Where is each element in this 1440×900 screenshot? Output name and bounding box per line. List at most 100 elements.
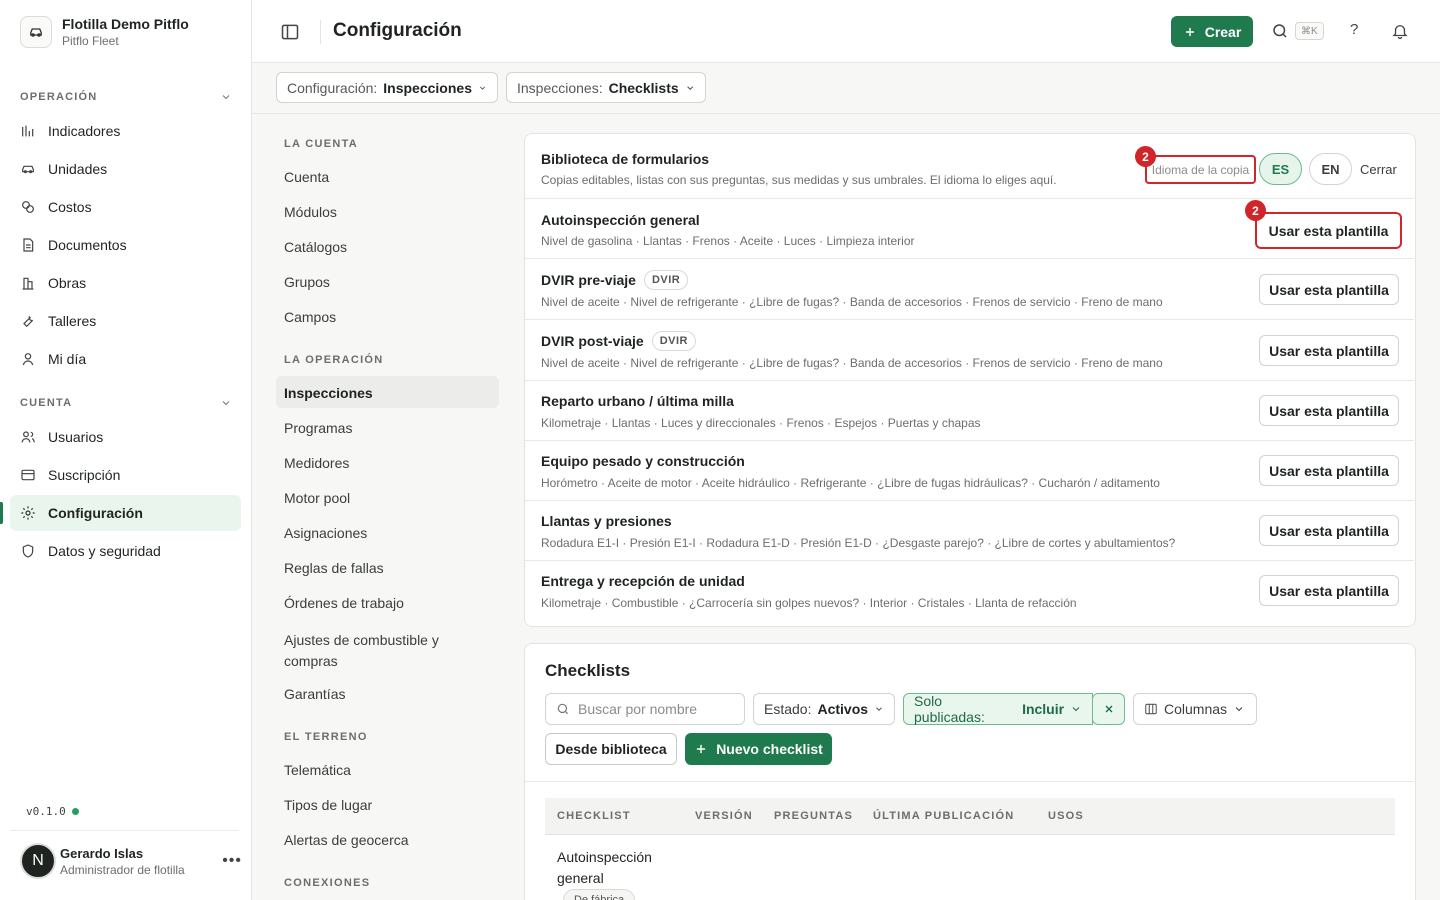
template-title: DVIR post-viaje [541, 333, 644, 349]
settings-nav-grupos[interactable]: Grupos [284, 274, 330, 290]
settings-group-label: LA CUENTA [284, 138, 359, 150]
column-header[interactable]: ÚLTIMA PUBLICACIÓN [873, 810, 1014, 822]
avatar: N [20, 843, 56, 879]
use-template-button[interactable]: Usar esta plantilla [1259, 335, 1399, 366]
sidebar-item-suscripcion[interactable]: Suscripción [10, 457, 241, 493]
use-template-button[interactable]: Usar esta plantilla [1259, 515, 1399, 546]
sidebar: Flotilla Demo Pitflo Pitflo Fleet OPERAC… [0, 0, 252, 900]
sidebar-item-talleres[interactable]: Talleres [10, 303, 241, 339]
crumb-value: Inspecciones [383, 79, 472, 96]
version-label: v0.1.0 [26, 805, 66, 818]
lang-es-toggle[interactable]: ES [1259, 153, 1302, 185]
settings-nav-campos[interactable]: Campos [284, 309, 336, 325]
sidebar-item-unidades[interactable]: Unidades [10, 151, 241, 187]
create-label: Crear [1204, 23, 1242, 40]
sidebar-item-label: Obras [48, 275, 87, 291]
use-template-button[interactable]: Usar esta plantilla [1259, 455, 1399, 486]
sidebar-item-configuracion[interactable]: Configuración [10, 495, 241, 531]
settings-nav-reglas-fallas[interactable]: Reglas de fallas [284, 560, 384, 576]
settings-nav-medidores[interactable]: Medidores [284, 455, 349, 471]
sidebar-item-label: Configuración [48, 505, 143, 521]
settings-nav-alertas-geocerca[interactable]: Alertas de geocerca [284, 832, 409, 848]
help-button[interactable]: ? [1350, 21, 1358, 38]
use-template-button[interactable]: Usar esta plantilla [1259, 575, 1399, 606]
section-operacion[interactable]: OPERACIÓN [20, 91, 232, 103]
building-icon [22, 277, 34, 290]
template-row: DVIR post-viaje DVIR Nivel de aceite · Ni… [525, 319, 1414, 379]
settings-nav-telematica[interactable]: Telemática [284, 762, 351, 778]
column-header[interactable]: VERSIÓN [695, 810, 753, 822]
bell-icon[interactable] [1391, 22, 1409, 40]
library-subtitle: Copias editables, listas con sus pregunt… [541, 173, 1057, 187]
sidebar-item-datos-seguridad[interactable]: Datos y seguridad [10, 533, 241, 569]
settings-nav-programas[interactable]: Programas [284, 420, 352, 436]
template-description: Rodadura E1-I · Presión E1-I · Rodadura … [541, 536, 1176, 550]
more-icon[interactable]: ••• [222, 852, 242, 870]
column-header[interactable]: USOS [1048, 810, 1084, 822]
factory-badge: De fábrica [563, 889, 636, 900]
table-cell-checklist[interactable]: Autoinspección general [557, 847, 677, 889]
chart-icon [22, 125, 34, 137]
settings-nav-motor-pool[interactable]: Motor pool [284, 490, 350, 506]
close-library-link[interactable]: Cerrar [1360, 162, 1397, 177]
template-row: Entrega y recepción de unidad Kilometraj… [525, 560, 1414, 620]
column-header[interactable]: CHECKLIST [557, 810, 631, 822]
close-icon [1105, 705, 1112, 713]
section-label: CUENTA [20, 397, 73, 409]
new-checklist-button[interactable]: Nuevo checklist [685, 733, 832, 765]
columns-label: Columnas [1164, 701, 1228, 717]
settings-nav-catalogos[interactable]: Catálogos [284, 239, 347, 255]
sidebar-item-usuarios[interactable]: Usuarios [10, 419, 241, 455]
card-icon [21, 469, 35, 481]
settings-nav-asignaciones[interactable]: Asignaciones [284, 525, 367, 541]
settings-nav-cuenta[interactable]: Cuenta [284, 169, 329, 185]
sidebar-item-label: Suscripción [48, 467, 121, 483]
sidebar-toggle-icon[interactable] [280, 22, 300, 42]
user-menu[interactable]: N Gerardo Islas Administrador de flotill… [20, 843, 242, 879]
use-template-button[interactable]: Usar esta plantilla [1255, 212, 1402, 249]
sidebar-item-costos[interactable]: Costos [10, 189, 241, 225]
settings-nav-ajustes-combustible[interactable]: Ajustes de combustible y compras [284, 630, 484, 672]
chevron-down-icon [222, 401, 230, 406]
use-template-button[interactable]: Usar esta plantilla [1259, 395, 1399, 426]
chevron-down-icon [479, 86, 486, 90]
columns-button[interactable]: Columnas [1133, 693, 1257, 725]
template-row: Reparto urbano / última milla Kilometraj… [525, 380, 1414, 440]
template-title: Entrega y recepción de unidad [541, 573, 745, 589]
settings-nav-inspecciones[interactable]: Inspecciones [284, 385, 373, 401]
status-filter[interactable]: Estado: Activos [753, 693, 895, 725]
active-indicator [0, 502, 3, 524]
filter-value: Activos [817, 701, 869, 717]
crumb-label: Configuración: [287, 79, 378, 96]
template-name: Equipo pesado y construcción [541, 453, 745, 469]
search-input[interactable]: Buscar por nombre [545, 693, 745, 725]
search-icon[interactable] [1271, 22, 1289, 40]
filter-value: Incluir [1022, 701, 1065, 717]
template-title: DVIR pre-viaje [541, 272, 636, 288]
published-filter[interactable]: Solo publicadas: Incluir [903, 693, 1093, 725]
sidebar-item-indicadores[interactable]: Indicadores [10, 113, 241, 149]
org-switcher[interactable]: Flotilla Demo Pitflo Pitflo Fleet [20, 16, 189, 48]
sidebar-item-obras[interactable]: Obras [10, 265, 241, 301]
sidebar-item-label: Indicadores [48, 123, 121, 139]
inspections-view-select[interactable]: Inspecciones: Checklists [506, 72, 706, 103]
sidebar-item-mi-dia[interactable]: Mi día [10, 341, 241, 377]
template-name: DVIR pre-viaje DVIR [541, 270, 689, 290]
lang-en-toggle[interactable]: EN [1309, 153, 1352, 185]
use-template-button[interactable]: Usar esta plantilla [1259, 274, 1399, 305]
crumb-label: Inspecciones: [517, 79, 603, 96]
clear-filter-button[interactable] [1092, 693, 1125, 725]
sidebar-item-documentos[interactable]: Documentos [10, 227, 241, 263]
config-section-select[interactable]: Configuración: Inspecciones [276, 72, 498, 103]
plus-icon [1185, 27, 1194, 36]
create-button[interactable]: Crear [1171, 16, 1253, 47]
template-title: Equipo pesado y construcción [541, 453, 745, 469]
settings-nav-modulos[interactable]: Módulos [284, 204, 337, 220]
org-name: Flotilla Demo Pitflo [62, 16, 189, 32]
settings-nav-ordenes[interactable]: Órdenes de trabajo [284, 595, 404, 611]
from-library-button[interactable]: Desde biblioteca [545, 733, 677, 765]
settings-nav-tipos-lugar[interactable]: Tipos de lugar [284, 797, 372, 813]
settings-nav-garantias[interactable]: Garantías [284, 686, 345, 702]
column-header[interactable]: PREGUNTAS [774, 810, 853, 822]
section-cuenta[interactable]: CUENTA [20, 397, 232, 409]
